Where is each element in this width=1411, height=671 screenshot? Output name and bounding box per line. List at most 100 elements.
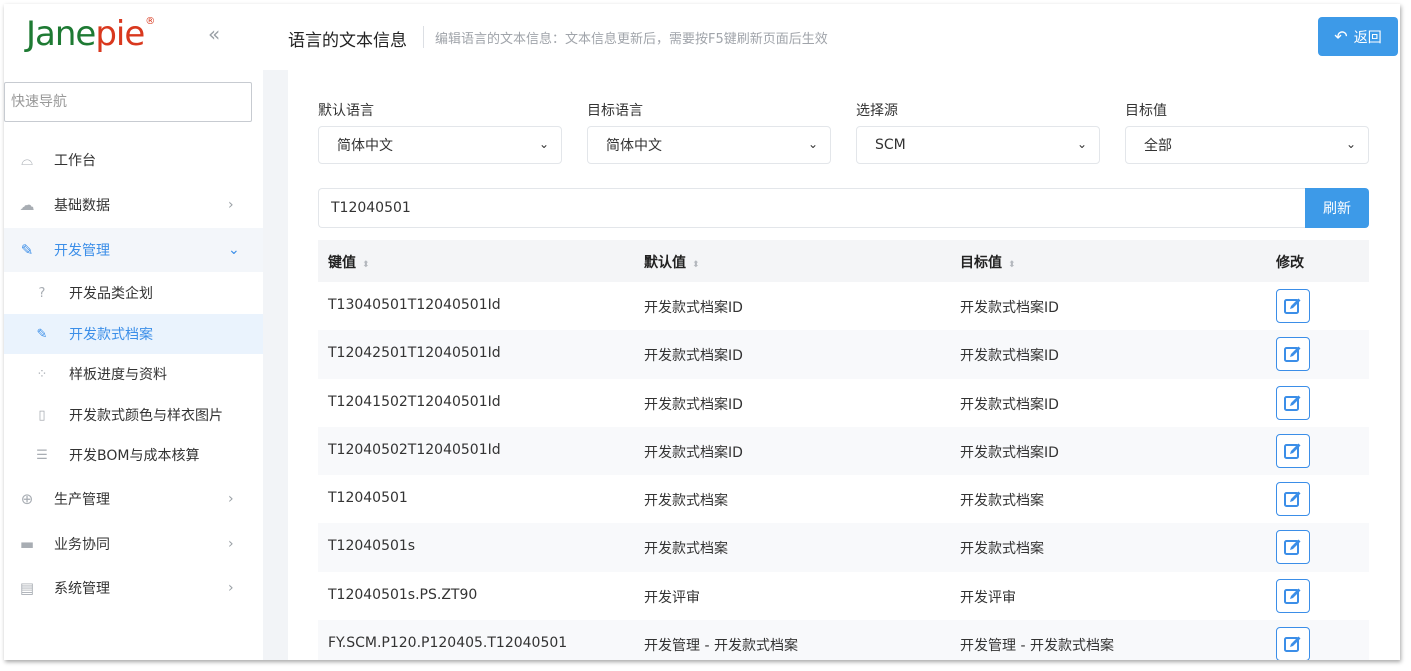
filter-select-value: SCM xyxy=(875,137,906,153)
table-cell-default: 开发款式档案 xyxy=(644,493,728,510)
sidebar-subitem-label: 开发款式颜色与样衣图片 xyxy=(69,408,223,424)
sidebar-subitem-2[interactable]: ⁘ 样板进度与资料 xyxy=(4,354,263,394)
edit-button[interactable] xyxy=(1276,482,1310,517)
table-cell-default: 开发管理 - 开发款式档案 xyxy=(644,638,798,655)
sidebar-item-label: 系统管理 xyxy=(54,581,110,597)
brand-logo: Janepie ® xyxy=(26,14,155,54)
table-row: T12040501s.PS.ZT90 开发评审 开发评审 xyxy=(318,572,1369,620)
table-cell-default: 开发款式档案ID xyxy=(644,348,743,365)
sidebar-subitem-4[interactable]: ☰ 开发BOM与成本核算 xyxy=(4,435,263,475)
sidebar-item-label: 业务协同 xyxy=(54,537,110,553)
sort-icon[interactable]: ⬍ xyxy=(362,260,370,270)
filter-select-value: 全部 xyxy=(1144,138,1172,154)
table-cell-key: T12040502T12040501Id xyxy=(328,441,501,458)
table-cell-target: 开发款式档案ID xyxy=(960,348,1059,365)
edit-icon xyxy=(1283,296,1303,316)
chevron-right-icon: › xyxy=(228,491,234,507)
edit-icon xyxy=(1283,441,1303,461)
table-row: T12040501 开发款式档案 开发款式档案 xyxy=(318,475,1369,523)
chevron-right-icon: › xyxy=(228,197,234,213)
table-cell-key: T12040501s.PS.ZT90 xyxy=(328,586,478,603)
filter-select[interactable]: 全部 ⌄ xyxy=(1125,126,1369,164)
edit-button[interactable] xyxy=(1276,578,1310,613)
key-search-input[interactable] xyxy=(318,188,1306,228)
sidebar-item-2[interactable]: ✎ 开发管理 ⌄ xyxy=(4,228,263,272)
filter-label: 目标语言 xyxy=(587,103,643,119)
filter-label: 目标值 xyxy=(1125,103,1167,119)
table-row: FY.SCM.P120.P120405.T12040501 开发管理 - 开发款式… xyxy=(318,620,1369,660)
table-cell-key: FY.SCM.P120.P120405.T12040501 xyxy=(328,635,568,652)
design-icon: ✎ xyxy=(36,326,48,342)
sidebar-subitem-label: 开发品类企划 xyxy=(69,286,153,302)
edit-icon xyxy=(1283,393,1303,413)
table-header: 键值 ⬍ 默认值 ⬍ 目标值 ⬍ 修改 xyxy=(318,240,1369,282)
edit-icon xyxy=(1283,634,1303,654)
table-cell-key: T12041502T12040501Id xyxy=(328,393,501,410)
list-icon: ☰ xyxy=(36,447,48,463)
sidebar-subitem-0[interactable]: ? 开发品类企划 xyxy=(4,273,263,313)
edit-button[interactable] xyxy=(1276,627,1310,660)
sidebar-subitem-3[interactable]: ▯ 开发款式颜色与样衣图片 xyxy=(4,395,263,435)
back-button-label: 返回 xyxy=(1353,29,1382,46)
sidebar-subitem-label: 样板进度与资料 xyxy=(69,367,167,383)
chevron-right-icon: › xyxy=(228,580,234,596)
sort-icon[interactable]: ⬍ xyxy=(692,260,700,270)
filter-label: 选择源 xyxy=(856,103,898,119)
sidebar-item-label: 基础数据 xyxy=(54,198,110,214)
collapse-sidebar-icon[interactable]: « xyxy=(208,22,220,46)
chevron-down-icon: ⌄ xyxy=(1076,137,1087,151)
sidebar-item-1[interactable]: ☁ 基础数据 › xyxy=(4,183,263,227)
text-info-table: 键值 ⬍ 默认值 ⬍ 目标值 ⬍ 修改 T13040501T12040501Id 开发款式档案I… xyxy=(318,240,1369,660)
filter-label: 默认语言 xyxy=(318,103,374,119)
table-cell-default: 开发评审 xyxy=(644,589,700,606)
edit-icon xyxy=(1283,489,1303,509)
question-icon: ? xyxy=(38,285,46,301)
table-cell-key: T12040501s xyxy=(328,538,416,555)
chevron-down-icon: ⌄ xyxy=(228,242,240,258)
table-cell-target: 开发评审 xyxy=(960,589,1016,606)
table-cell-default: 开发款式档案ID xyxy=(644,300,743,316)
filter-select[interactable]: 简体中文 ⌄ xyxy=(318,126,562,164)
edit-button[interactable] xyxy=(1276,337,1310,372)
sidebar-item-0[interactable]: ⌓ 工作台 xyxy=(4,138,263,182)
main-content: 默认语言简体中文⌄目标语言简体中文⌄选择源SCM⌄目标值全部⌄ 刷新 键值⬍默认… xyxy=(288,70,1400,660)
sidebar-item-label: 生产管理 xyxy=(54,492,110,508)
quick-nav-search-input[interactable] xyxy=(4,82,252,122)
table-cell-target: 开发款式档案 xyxy=(960,541,1044,558)
app-window: Janepie® « ⌓工作台☁基础数据›✎开发管理⌄⊕生产管理›▬业务协同›▤… xyxy=(4,4,1400,660)
column-header: 修改 xyxy=(1276,252,1304,272)
page-title: 语言的文本信息 xyxy=(288,31,407,51)
sidebar-subitem-label: 开发款式档案 xyxy=(69,327,153,343)
table-row: T12041502T12040501Id 开发款式档案ID 开发款式档案ID xyxy=(318,379,1369,427)
edit-button[interactable] xyxy=(1276,530,1310,565)
table-cell-key: T12042501T12040501Id xyxy=(328,345,501,362)
table-cell-key: T13040501T12040501Id xyxy=(328,297,501,313)
return-arrow-icon: ↶ xyxy=(1334,27,1348,46)
cloud-icon: ☁ xyxy=(19,196,35,214)
sidebar-item-3[interactable]: ⊕ 生产管理 › xyxy=(4,477,263,521)
sidebar-item-5[interactable]: ▤ 系统管理 › xyxy=(4,566,263,610)
refresh-button[interactable]: 刷新 xyxy=(1305,188,1369,228)
sidebar-subitem-label: 开发BOM与成本核算 xyxy=(69,448,200,464)
edit-icon xyxy=(1283,344,1303,364)
grid-icon: ⁘ xyxy=(36,366,48,382)
back-button[interactable]: ↶ 返回 xyxy=(1318,17,1398,56)
filter-select[interactable]: 简体中文 ⌄ xyxy=(587,126,831,164)
settings-panel-icon: ▤ xyxy=(19,579,35,597)
sidebar-item-label: 工作台 xyxy=(54,153,96,169)
column-header[interactable]: 键值 ⬍ xyxy=(328,252,370,272)
column-header[interactable]: 默认值 ⬍ xyxy=(644,252,700,272)
sidebar-subitem-1[interactable]: ✎ 开发款式档案 xyxy=(4,314,263,354)
page-subtitle: 编辑语言的文本信息：文本信息更新后，需要按F5键刷新页面后生效 xyxy=(435,32,828,47)
table-cell-target: 开发管理 - 开发款式档案 xyxy=(960,638,1114,655)
edit-button[interactable] xyxy=(1276,433,1310,468)
sort-icon[interactable]: ⬍ xyxy=(1008,260,1016,270)
sidebar-item-4[interactable]: ▬ 业务协同 › xyxy=(4,522,263,566)
column-header[interactable]: 目标值 ⬍ xyxy=(960,252,1016,272)
filter-select[interactable]: SCM ⌄ xyxy=(856,126,1100,164)
chart-icon: ⌓ xyxy=(21,151,33,169)
edit-button[interactable] xyxy=(1276,289,1310,323)
table-cell-key: T12040501 xyxy=(328,490,408,507)
edit-button[interactable] xyxy=(1276,385,1310,420)
chevron-down-icon: ⌄ xyxy=(538,137,549,151)
